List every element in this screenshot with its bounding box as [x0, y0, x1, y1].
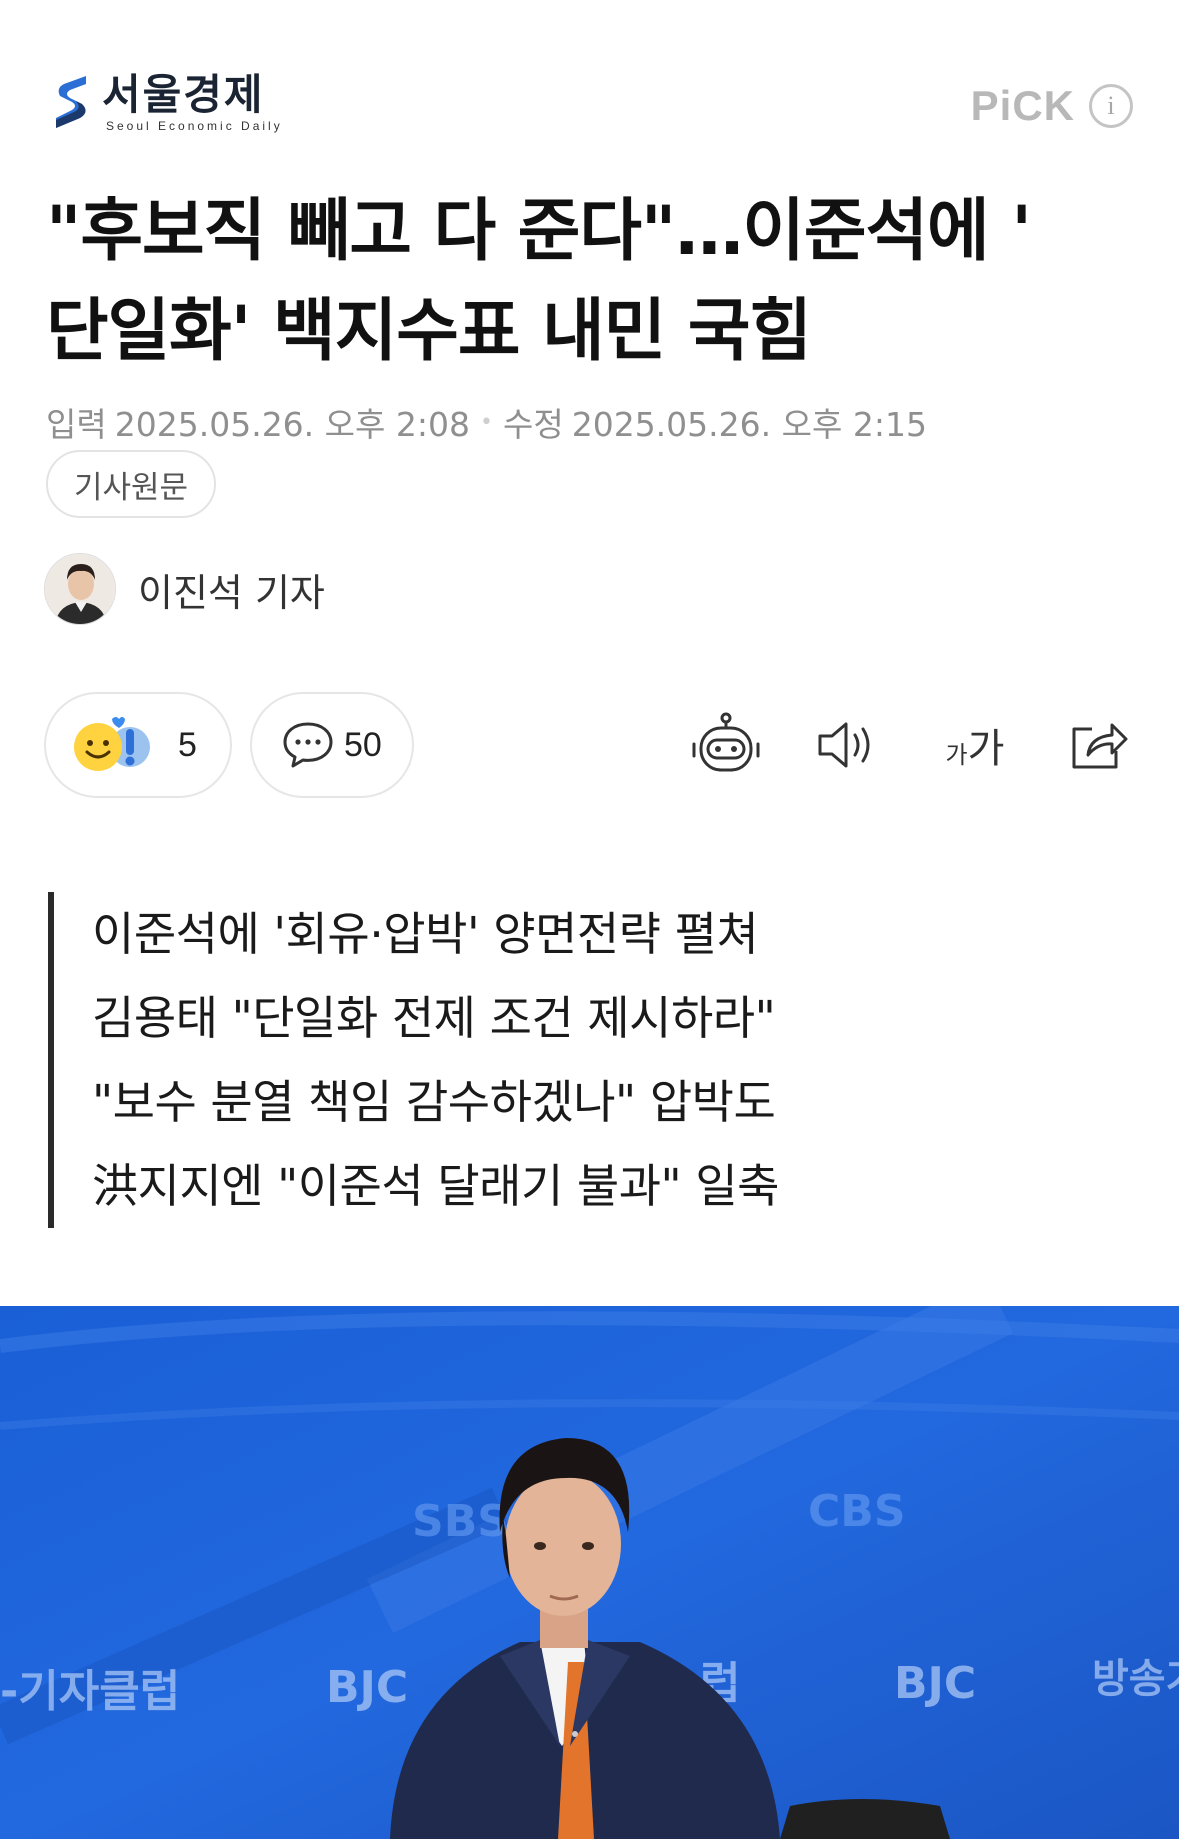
- backdrop-text: BJC: [894, 1658, 976, 1709]
- original-article-button[interactable]: 기사원문: [46, 450, 217, 518]
- summary-line: "보수 분열 책임 감수하겠나" 압박도: [92, 1075, 776, 1129]
- share-icon: [1072, 723, 1128, 769]
- input-time: 2025.05.26. 오후 2:08: [114, 405, 470, 444]
- font-large-icon: 가: [967, 726, 1005, 772]
- article-photo[interactable]: SBS CBS BJC BJC -기자클럽 방송기 럽: [0, 1306, 1179, 1839]
- edit-time: 2025.05.26. 오후 2:15: [571, 405, 927, 444]
- share-button[interactable]: [1058, 700, 1138, 790]
- backdrop-text: SBS: [412, 1496, 509, 1547]
- emotion-reaction-button[interactable]: 5: [44, 692, 232, 798]
- article-timestamps: 입력 2025.05.26. 오후 2:08 • 수정 2025.05.26. …: [46, 398, 927, 446]
- news-photo-image: SBS CBS BJC BJC -기자클럽 방송기 럽: [0, 1306, 1179, 1839]
- avatar[interactable]: [44, 553, 116, 625]
- robot-icon: [692, 712, 760, 772]
- speaker-icon: [818, 722, 870, 768]
- summary-line: 이준석에 '회유·압박' 양면전략 펼쳐: [92, 907, 759, 961]
- backdrop-text: -기자클럽: [0, 1666, 180, 1717]
- article-title-line: 단일화' 백지수표 내민 국힘: [46, 292, 812, 371]
- emoji-reaction-icon: [74, 717, 150, 771]
- input-label: 입력: [46, 405, 107, 444]
- backdrop-text: CBS: [808, 1486, 906, 1537]
- font-size-button[interactable]: 가 가: [930, 700, 1020, 790]
- meta-separator: •: [479, 409, 493, 435]
- comment-button[interactable]: 50: [250, 692, 414, 798]
- reporter-photo-icon: [45, 554, 115, 624]
- article-summary: 이준석에 '회유·압박' 양면전략 펼쳐 김용태 "단일화 전제 조건 제시하라…: [48, 892, 779, 1228]
- font-small-icon: 가: [945, 740, 968, 769]
- logo-korean-name: 서울경제: [102, 70, 265, 119]
- summary-line: 김용태 "단일화 전제 조건 제시하라": [92, 991, 776, 1045]
- summary-line: 洪지지엔 "이준석 달래기 불과" 일축: [92, 1159, 779, 1213]
- author-name[interactable]: 이진석 기자: [138, 562, 325, 617]
- backdrop-text: 방송기: [1092, 1656, 1179, 1702]
- pick-label: PiCK: [970, 82, 1075, 129]
- pick-badge[interactable]: PiCK i: [971, 82, 1133, 130]
- backdrop-text: BJC: [326, 1662, 408, 1713]
- publisher-logo[interactable]: 서울경제 Seoul Economic Daily: [52, 72, 283, 134]
- article-title: "후보직 빼고 다 준다"…이준석에 ' 단일화' 백지수표 내민 국힘: [46, 182, 1156, 382]
- author-row[interactable]: 이진석 기자: [44, 553, 325, 625]
- comment-icon: [283, 722, 333, 768]
- comment-count: 50: [344, 725, 382, 764]
- logo-english-name: Seoul Economic Daily: [106, 119, 283, 133]
- text-to-speech-button[interactable]: [808, 700, 888, 790]
- ai-summary-button[interactable]: [686, 700, 766, 790]
- seoul-economic-logo-icon: [56, 76, 86, 128]
- edit-label: 수정: [502, 405, 564, 444]
- emotion-count: 5: [178, 725, 197, 764]
- top-header: 서울경제 Seoul Economic Daily PiCK i: [0, 0, 1179, 150]
- article-title-line: "후보직 빼고 다 준다"…이준석에 ': [46, 192, 1032, 271]
- info-icon[interactable]: i: [1089, 84, 1133, 128]
